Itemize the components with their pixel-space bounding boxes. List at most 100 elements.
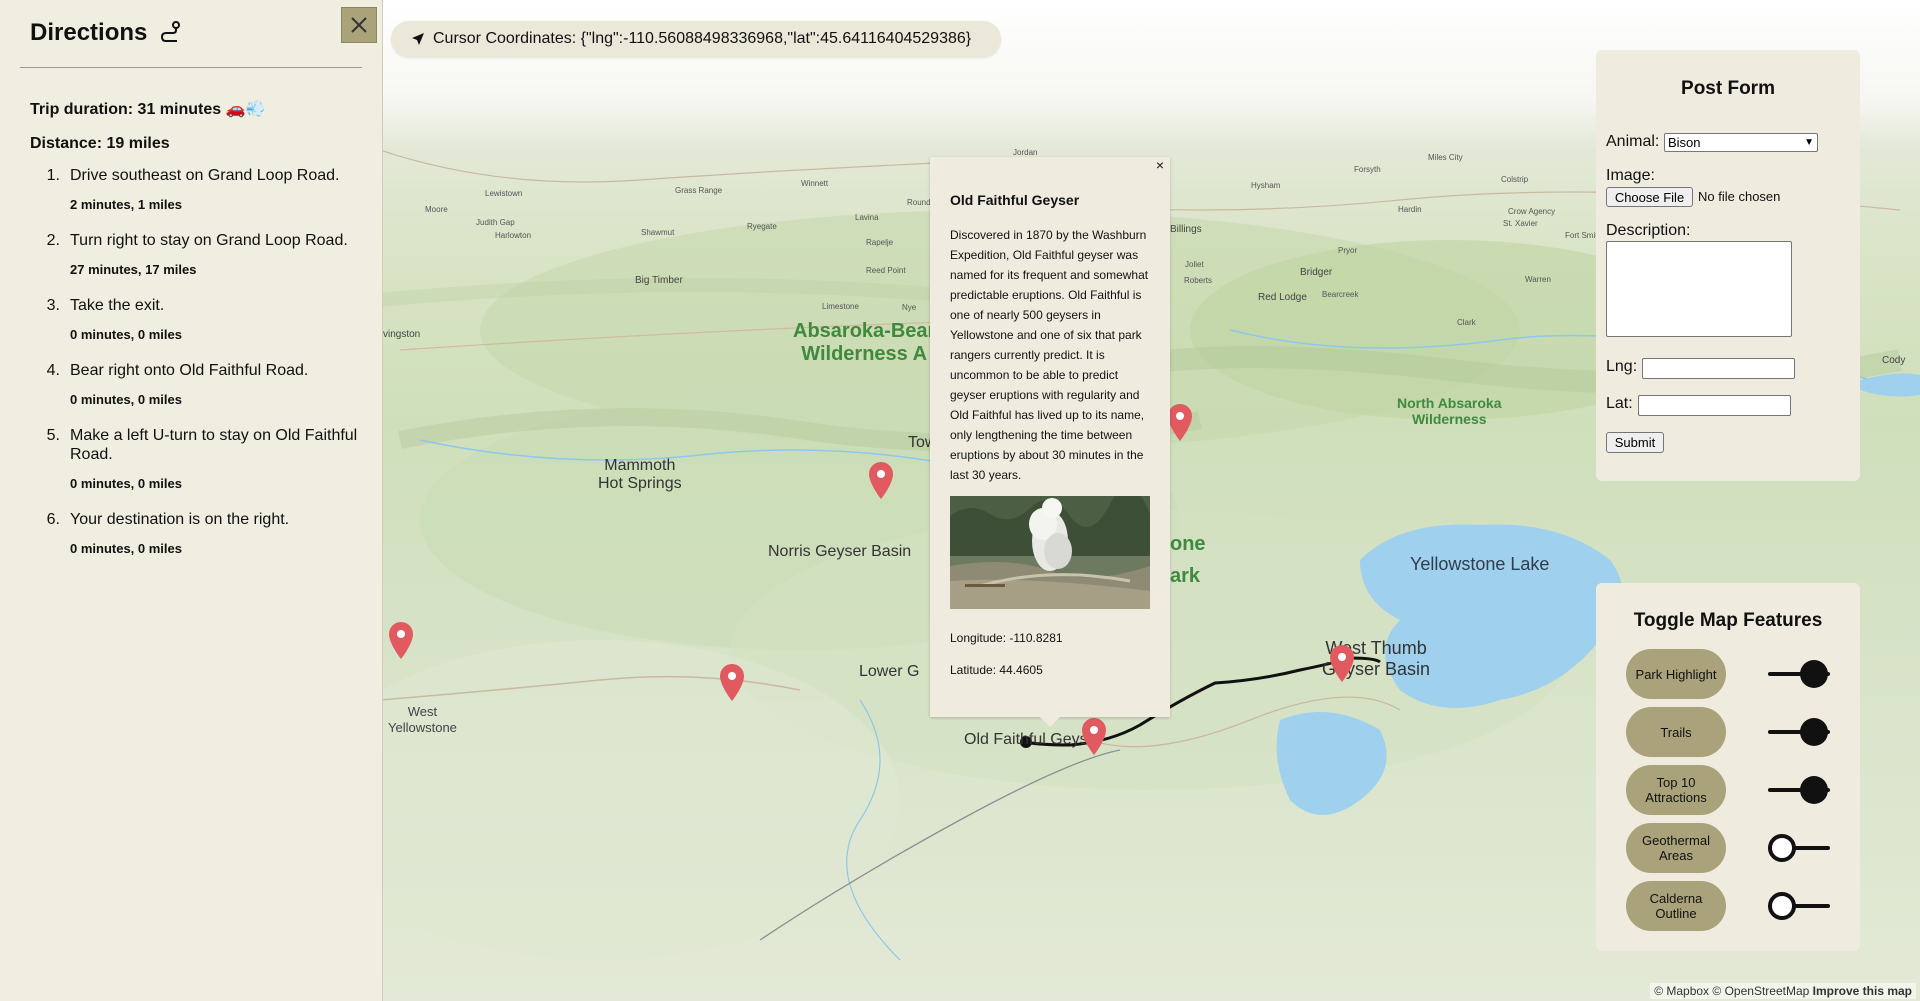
toggle-feature-button[interactable]: Trails bbox=[1626, 707, 1726, 757]
toggle-feature-button[interactable]: Calderna Outline bbox=[1626, 881, 1726, 931]
map-label-crow-agency: Crow Agency bbox=[1508, 207, 1556, 216]
popup-close-button[interactable]: × bbox=[1156, 157, 1164, 173]
post-form-title: Post Form bbox=[1681, 78, 1775, 99]
map-label-winnett: Winnett bbox=[801, 179, 829, 188]
direction-step: 6. Your destination is on the right. 0 min… bbox=[30, 510, 360, 556]
map-attribution: © Mapbox © OpenStreetMap Improve this ma… bbox=[1650, 983, 1916, 999]
direction-step: 4. Bear right onto Old Faithful Road. 0 mi… bbox=[30, 361, 360, 407]
trip-distance: Distance: 19 miles bbox=[30, 135, 170, 152]
toggle-feature-button[interactable]: Top 10 Attractions bbox=[1626, 765, 1726, 815]
map-label-st-xavier: St. Xavier bbox=[1503, 219, 1538, 228]
attraction-marker-pin[interactable] bbox=[1166, 402, 1194, 442]
lat-input[interactable] bbox=[1638, 395, 1791, 416]
toggle-switch[interactable] bbox=[1766, 716, 1832, 748]
route-icon bbox=[161, 21, 181, 42]
trip-duration: Trip duration: 31 minutes 🚗💨 bbox=[30, 101, 266, 118]
toggle-feature-button[interactable]: Geothermal Areas bbox=[1626, 823, 1726, 873]
close-directions-button[interactable] bbox=[341, 7, 377, 43]
attraction-marker-pin[interactable] bbox=[718, 662, 746, 702]
step-number: 4. bbox=[46, 362, 60, 379]
osm-attribution-link[interactable]: © OpenStreetMap bbox=[1712, 984, 1809, 998]
submit-button[interactable]: Submit bbox=[1606, 432, 1664, 453]
map-label-grass-range: Grass Range bbox=[675, 186, 723, 195]
toggle-switch[interactable] bbox=[1766, 832, 1832, 864]
map-label-park-ark: ark bbox=[1170, 565, 1201, 587]
popup-description: Discovered in 1870 by the Washburn Exped… bbox=[950, 228, 1149, 482]
directions-panel: Directions Trip duration: 31 minutes 🚗💨 … bbox=[0, 0, 383, 1001]
popup-latitude: Latitude: 44.4605 bbox=[950, 663, 1043, 677]
map-label-pryor: Pryor bbox=[1338, 246, 1358, 255]
map-label-ryegate: Ryegate bbox=[747, 222, 777, 231]
step-number: 2. bbox=[46, 232, 60, 249]
map-label-bridger: Bridger bbox=[1300, 267, 1333, 278]
map-label-limestone: Limestone bbox=[822, 302, 859, 311]
toggle-switch[interactable] bbox=[1766, 658, 1832, 690]
mapbox-attribution-link[interactable]: © Mapbox bbox=[1654, 984, 1709, 998]
old-faithful-photo bbox=[950, 496, 1150, 609]
map-label-hysham: Hysham bbox=[1251, 181, 1281, 190]
cursor-coordinates-text: Cursor Coordinates: {"lng":-110.56088498… bbox=[433, 30, 972, 47]
animal-select[interactable]: Bison ▼ bbox=[1664, 133, 1818, 152]
map-label-joliet: Joliet bbox=[1185, 260, 1204, 269]
map-label-west-yellowstone: West Yellowstone bbox=[388, 704, 457, 735]
toggle-knob bbox=[1768, 892, 1796, 920]
cursor-coordinates-bar: Cursor Coordinates: {"lng":-110.56088498… bbox=[391, 21, 1001, 57]
toggle-features-panel: Toggle Map Features Park Highlight Trails… bbox=[1596, 583, 1860, 951]
map-label-nye: Nye bbox=[902, 303, 917, 312]
attraction-marker-pin[interactable] bbox=[1080, 716, 1108, 756]
step-instruction: Make a left U-turn to stay on Old Faithf… bbox=[70, 427, 358, 463]
description-textarea[interactable] bbox=[1606, 241, 1792, 337]
post-form-panel: Post Form Animal: Bison ▼ Image: Choose … bbox=[1596, 50, 1860, 481]
animal-selected-value: Bison bbox=[1668, 135, 1701, 150]
file-status-text: No file chosen bbox=[1698, 189, 1781, 204]
toggle-switch[interactable] bbox=[1766, 890, 1832, 922]
step-number: 3. bbox=[46, 297, 60, 314]
map-label-rapelje: Rapelje bbox=[866, 238, 894, 247]
attraction-marker-pin[interactable] bbox=[387, 620, 415, 660]
step-duration-distance: 27 minutes, 17 miles bbox=[70, 262, 197, 277]
map-label-north-absaroka: North Absaroka Wilderness bbox=[1397, 395, 1502, 427]
map-label-mammoth: Mammoth Hot Springs bbox=[598, 457, 682, 492]
directions-header: Directions bbox=[30, 19, 183, 47]
map-label-forsyth: Forsyth bbox=[1354, 165, 1381, 174]
step-number: 5. bbox=[46, 427, 60, 444]
close-icon bbox=[351, 17, 367, 33]
description-label: Description: bbox=[1606, 222, 1691, 239]
step-instruction: Bear right onto Old Faithful Road. bbox=[70, 362, 309, 379]
map-label-harlowton: Harlowton bbox=[495, 231, 532, 240]
direction-step: 2. Turn right to stay on Grand Loop Road.… bbox=[30, 231, 360, 277]
directions-step-list: 1. Drive southeast on Grand Loop Road. 2 m… bbox=[30, 166, 360, 575]
map-label-lower: Lower G bbox=[859, 663, 920, 680]
choose-file-button[interactable]: Choose File bbox=[1606, 187, 1693, 207]
attraction-popup: × Old Faithful Geyser Discovered in 1870… bbox=[930, 157, 1170, 727]
attraction-marker-pin[interactable] bbox=[867, 460, 895, 500]
step-duration-distance: 0 minutes, 0 miles bbox=[70, 327, 182, 342]
chevron-down-icon: ▼ bbox=[1804, 137, 1814, 148]
toggle-feature-button[interactable]: Park Highlight bbox=[1626, 649, 1726, 699]
direction-step: 5. Make a left U-turn to stay on Old Fait… bbox=[30, 426, 360, 491]
image-label: Image: bbox=[1606, 167, 1655, 184]
map-label-reed-point: Reed Point bbox=[866, 266, 906, 275]
lng-input[interactable] bbox=[1642, 358, 1795, 379]
step-duration-distance: 0 minutes, 0 miles bbox=[70, 392, 182, 407]
step-number: 6. bbox=[46, 511, 60, 528]
direction-step: 3. Take the exit. 0 minutes, 0 miles bbox=[30, 296, 360, 342]
step-instruction: Take the exit. bbox=[70, 297, 165, 314]
map-label-bearcreek: Bearcreek bbox=[1322, 290, 1359, 299]
map-label-red-lodge: Red Lodge bbox=[1258, 292, 1307, 303]
step-duration-distance: 2 minutes, 1 miles bbox=[70, 197, 182, 212]
toggle-knob bbox=[1800, 660, 1828, 688]
map-label-clark: Clark bbox=[1457, 318, 1476, 327]
map-label-roundup: Round bbox=[907, 198, 931, 207]
map-label-billings: Billings bbox=[1170, 224, 1202, 235]
direction-step: 1. Drive southeast on Grand Loop Road. 2 m… bbox=[30, 166, 360, 212]
lat-label: Lat: bbox=[1606, 395, 1633, 412]
map-label-lewistown: Lewistown bbox=[485, 189, 523, 198]
improve-map-link[interactable]: Improve this map bbox=[1813, 984, 1912, 998]
attraction-marker-pin[interactable] bbox=[1328, 643, 1356, 683]
toggle-switch[interactable] bbox=[1766, 774, 1832, 806]
toggle-panel-title: Toggle Map Features bbox=[1633, 610, 1823, 631]
map-label-big-timber: Big Timber bbox=[635, 275, 683, 286]
step-number: 1. bbox=[46, 167, 60, 184]
toggle-knob bbox=[1768, 834, 1796, 862]
